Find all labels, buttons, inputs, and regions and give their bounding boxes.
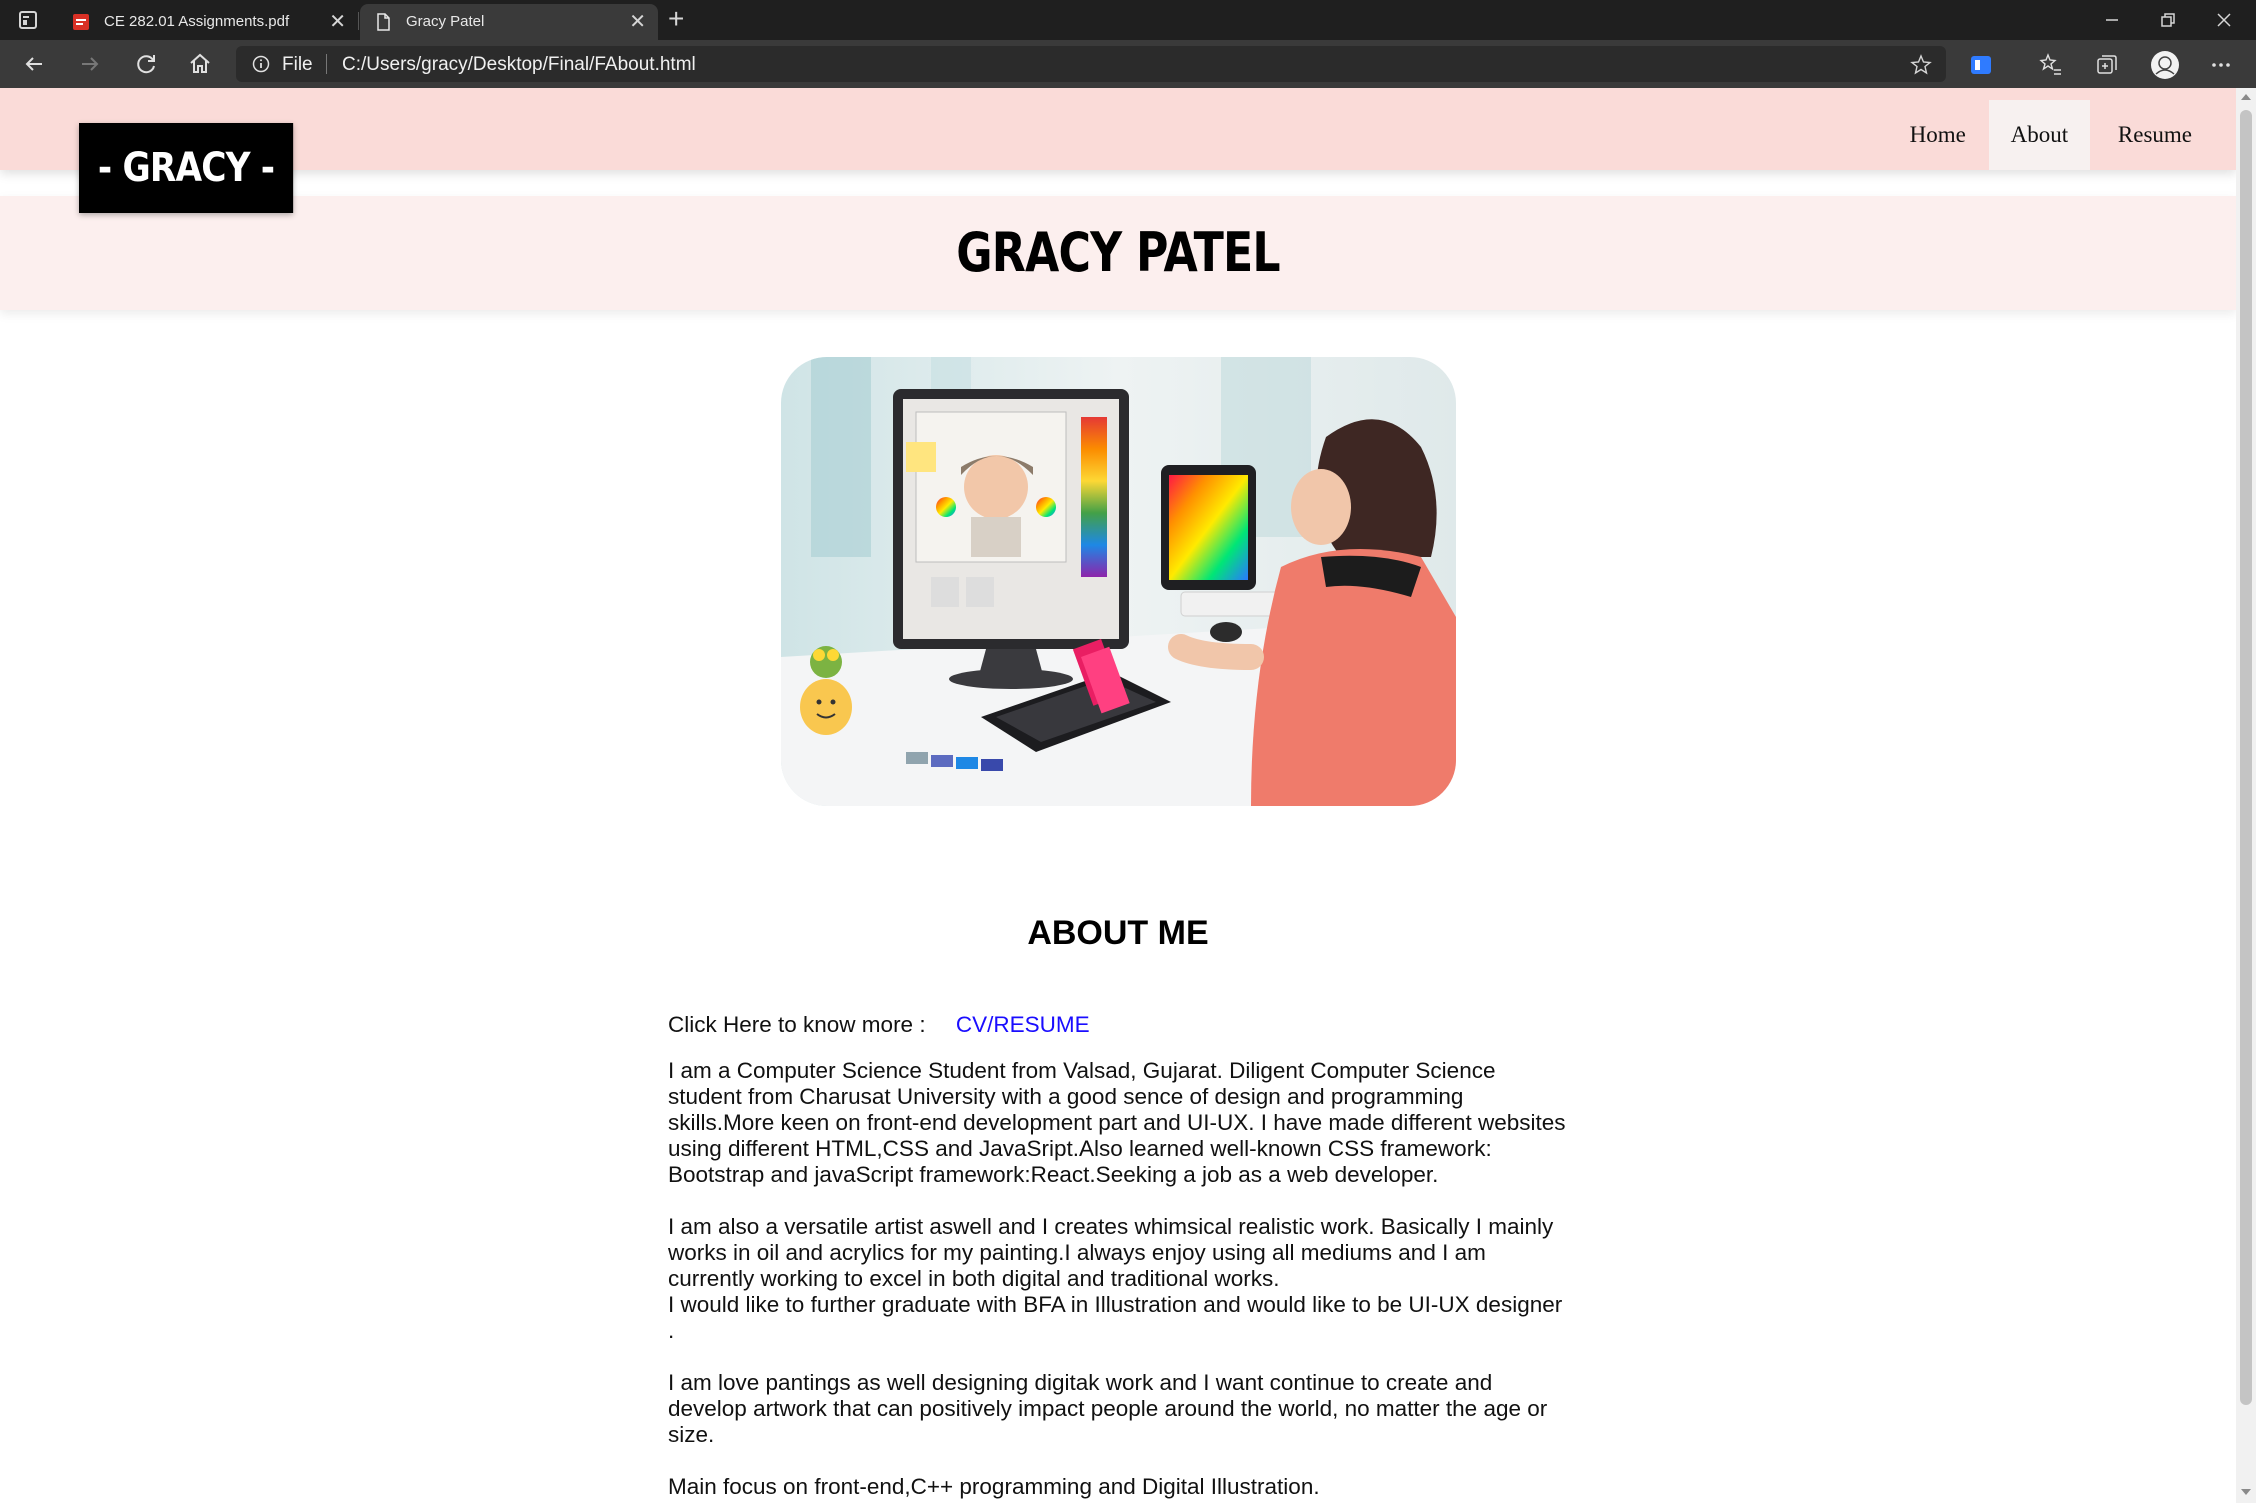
hero-title: GRACY PATEL <box>956 221 1280 284</box>
back-icon[interactable] <box>20 50 48 78</box>
nav-home-link[interactable]: Home <box>1887 100 1989 170</box>
scheme-label: File <box>282 54 313 75</box>
new-tab-icon[interactable]: + <box>668 3 684 35</box>
about-paragraph-1: I am a Computer Science Student from Val… <box>668 1058 1566 1187</box>
about-paragraph-2a: I am also a versatile artist aswell and … <box>668 1214 1554 1291</box>
more-options-icon[interactable] <box>2208 52 2234 78</box>
browser-tab-bar: CE 282.01 Assignments.pdf ✕ Gracy Patel … <box>0 0 2256 40</box>
more-info-label: Click Here to know more : <box>668 1012 926 1037</box>
browser-toolbar: File C:/Users/gracy/Desktop/Final/FAbout… <box>0 40 2256 88</box>
page-viewport: Home About Resume - GRACY - GRACY PATEL <box>0 88 2236 1503</box>
address-bar[interactable]: File C:/Users/gracy/Desktop/Final/FAbout… <box>236 46 1946 82</box>
profile-avatar-icon[interactable] <box>2150 50 2180 80</box>
address-divider <box>326 54 327 74</box>
tab-actions-icon[interactable] <box>16 8 40 32</box>
designer-at-computer-image <box>781 357 1456 806</box>
favorites-icon[interactable] <box>2038 52 2064 78</box>
tab-title: CE 282.01 Assignments.pdf <box>104 13 290 30</box>
tab-title: Gracy Patel <box>406 13 485 30</box>
url-text[interactable]: C:/Users/gracy/Desktop/Final/FAbout.html <box>342 54 696 76</box>
more-info-line: Click Here to know more : CV/RESUME <box>668 1012 1573 1038</box>
site-navbar: Home About Resume <box>0 88 2236 170</box>
info-icon[interactable] <box>252 55 270 73</box>
restore-icon[interactable] <box>2158 10 2178 30</box>
about-content: Click Here to know more : CV/RESUME I am… <box>668 1012 1573 1500</box>
nav-about-link[interactable]: About <box>1988 100 2090 170</box>
about-paragraph-3: I am love pantings as well designing dig… <box>668 1370 1548 1447</box>
collections-icon[interactable] <box>2094 52 2120 78</box>
page-icon <box>377 13 390 31</box>
page-scrollbar[interactable] <box>2236 88 2256 1503</box>
about-paragraph-4: Main focus on front-end,C++ programming … <box>668 1474 1320 1499</box>
close-tab-icon[interactable]: ✕ <box>629 9 646 34</box>
nav-links: Home About Resume <box>1887 100 2236 170</box>
tab-pdf[interactable]: CE 282.01 Assignments.pdf ✕ <box>58 4 358 40</box>
close-window-icon[interactable] <box>2214 10 2234 30</box>
about-paragraph-2b: I would like to further graduate with BF… <box>668 1292 1563 1343</box>
scroll-down-arrow-icon[interactable] <box>2241 1489 2251 1495</box>
extension-icon[interactable] <box>1968 52 1994 78</box>
about-heading: ABOUT ME <box>1027 914 1209 952</box>
forward-icon[interactable] <box>76 50 104 78</box>
brand-logo[interactable]: - GRACY - <box>79 123 294 213</box>
minimize-icon[interactable] <box>2102 10 2122 30</box>
tab-divider <box>358 12 359 30</box>
close-tab-icon[interactable]: ✕ <box>329 9 346 34</box>
tab-gracy-patel[interactable]: Gracy Patel ✕ <box>360 4 658 40</box>
add-favorite-icon[interactable] <box>1910 54 1932 76</box>
home-icon[interactable] <box>186 50 214 78</box>
scroll-up-arrow-icon[interactable] <box>2241 94 2251 100</box>
refresh-icon[interactable] <box>132 50 160 78</box>
scrollbar-thumb[interactable] <box>2240 110 2252 1405</box>
cv-resume-link[interactable]: CV/RESUME <box>956 1012 1090 1037</box>
pdf-icon <box>73 14 89 30</box>
nav-resume-link[interactable]: Resume <box>2090 100 2236 170</box>
